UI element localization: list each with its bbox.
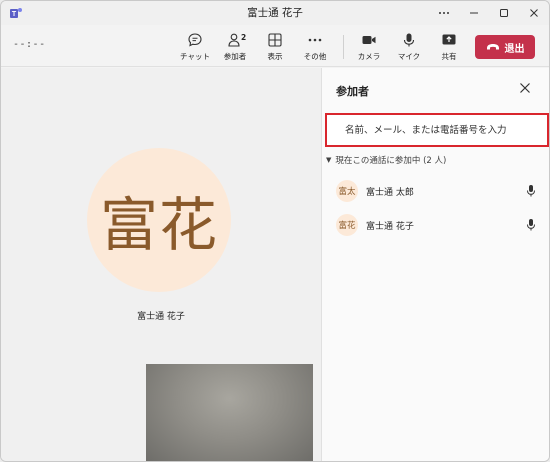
- participant-search-input[interactable]: [327, 115, 547, 145]
- toolbar-divider: [343, 35, 344, 59]
- stage-participant-name: 富士通 花子: [137, 312, 185, 322]
- in-call-section-label: 現在この通話に参加中 (2 人): [335, 156, 447, 166]
- close-icon[interactable]: [518, 81, 532, 95]
- title-bar: T 富士通 花子: [1, 1, 549, 25]
- minimize-button[interactable]: [459, 1, 489, 25]
- participant-name: 富士通 花子: [366, 221, 414, 232]
- maximize-button[interactable]: [489, 1, 519, 25]
- chat-label: チャット: [180, 52, 210, 61]
- more-icon: [439, 12, 449, 14]
- close-icon: [530, 9, 538, 17]
- chat-icon: [188, 33, 202, 47]
- more-actions-button[interactable]: その他: [295, 29, 335, 65]
- participant-count-badge: 2: [241, 33, 247, 42]
- share-button[interactable]: 共有: [429, 29, 469, 65]
- more-label: その他: [303, 52, 327, 61]
- maximize-icon: [500, 9, 508, 17]
- mic-icon: [527, 219, 535, 231]
- close-window-button[interactable]: [519, 1, 549, 25]
- participants-label: 参加者: [223, 52, 247, 61]
- share-label: 共有: [441, 52, 457, 61]
- call-timer: --:--: [13, 39, 46, 50]
- camera-button[interactable]: カメラ: [349, 29, 389, 65]
- participants-button[interactable]: 参加者: [215, 29, 255, 65]
- participant-avatar: 富太: [336, 180, 358, 202]
- participants-panel: 参加者 ▼ 現在この通話に参加中 (2 人) 富太 富士通 太郎 富花 富士通 …: [321, 68, 549, 461]
- meeting-stage: 富花 富士通 花子: [1, 68, 321, 461]
- in-call-section-header[interactable]: ▼ 現在この通話に参加中 (2 人): [326, 154, 446, 166]
- hang-up-icon: [486, 44, 499, 50]
- leave-label: 退出: [504, 43, 525, 55]
- participant-row[interactable]: 富太 富士通 太郎: [336, 180, 536, 202]
- participant-row[interactable]: 富花 富士通 花子: [336, 214, 536, 236]
- more-icon: [308, 38, 322, 42]
- camera-icon: [362, 36, 376, 44]
- microphone-label: マイク: [397, 52, 421, 61]
- view-button[interactable]: 表示: [255, 29, 295, 65]
- view-label: 表示: [267, 52, 283, 61]
- leave-button[interactable]: 退出: [475, 35, 535, 59]
- mic-icon: [403, 33, 415, 47]
- avatar: 富花: [87, 148, 231, 292]
- grid-icon: [268, 33, 282, 47]
- participant-name: 富士通 太郎: [366, 187, 414, 198]
- panel-title: 参加者: [336, 85, 369, 98]
- camera-label: カメラ: [357, 52, 381, 61]
- meeting-toolbar: --:-- チャット 参加者 2 表示 その他 カメラ マイク 共有 退出: [1, 25, 549, 67]
- chat-button[interactable]: チャット: [175, 29, 215, 65]
- minimize-icon: [470, 12, 478, 14]
- self-video-tile[interactable]: [146, 364, 313, 461]
- caret-down-icon: ▼: [326, 156, 332, 164]
- teams-call-window: T 富士通 花子 --:-- チャット 参加者 2 表示 その他 カメラ マイク…: [0, 0, 550, 462]
- participant-avatar: 富花: [336, 214, 358, 236]
- microphone-button[interactable]: マイク: [389, 29, 429, 65]
- more-options-button[interactable]: [429, 1, 459, 25]
- share-icon: [442, 34, 456, 45]
- mic-icon: [527, 185, 535, 197]
- participant-search-highlight: [325, 113, 549, 147]
